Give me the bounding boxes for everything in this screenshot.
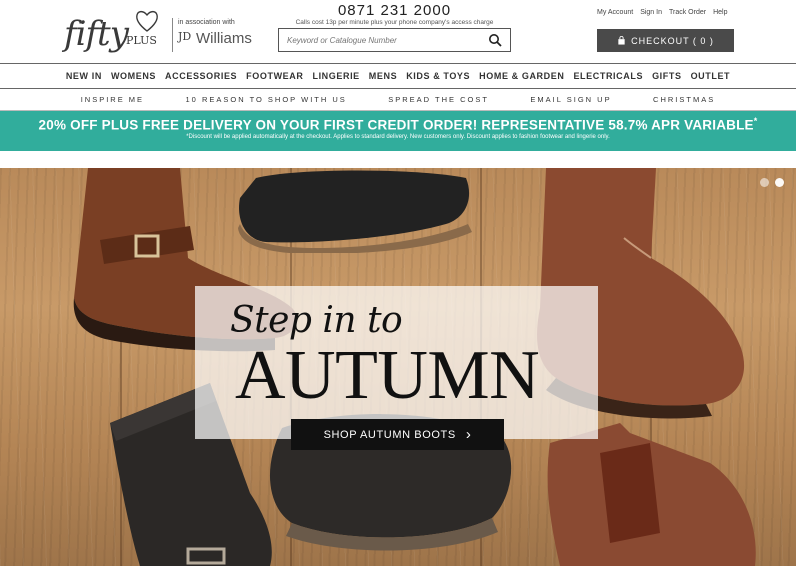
cta-label: SHOP AUTUMN BOOTS xyxy=(323,428,456,441)
brown-chelsea-boot-image xyxy=(547,423,756,566)
search-input[interactable] xyxy=(279,29,479,51)
nav-kids-toys[interactable]: KIDS & TOYS xyxy=(406,71,470,81)
account-links: My Account Sign In Track Order Help xyxy=(597,9,727,16)
checkout-label: CHECKOUT ( 0 ) xyxy=(631,35,714,46)
my-account-link[interactable]: My Account xyxy=(597,9,633,16)
black-ankle-boot-image xyxy=(238,170,472,253)
logo-williams-text: Williams xyxy=(196,30,252,47)
carousel-dot-1[interactable] xyxy=(760,178,769,187)
heart-icon xyxy=(136,10,158,32)
search-icon[interactable] xyxy=(488,33,502,47)
nav-accessories[interactable]: ACCESSORIES xyxy=(165,71,237,81)
carousel-dot-2[interactable] xyxy=(775,178,784,187)
promo-headline-text: 20% OFF PLUS FREE DELIVERY ON YOUR FIRST… xyxy=(38,117,754,133)
hero-script-text: Step in to xyxy=(230,300,403,341)
logo-association-text: in association with xyxy=(178,19,235,26)
promo-asterisk: * xyxy=(753,116,758,126)
promo-headline: 20% OFF PLUS FREE DELIVERY ON YOUR FIRST… xyxy=(0,116,796,133)
subnav-spread-the-cost[interactable]: SPREAD THE COST xyxy=(388,95,489,104)
hero-banner[interactable]: Step in to AUTUMN SHOP AUTUMN BOOTS › xyxy=(0,168,796,566)
promo-banner[interactable]: 20% OFF PLUS FREE DELIVERY ON YOUR FIRST… xyxy=(0,111,796,151)
phone-note: Calls cost 13p per minute plus your phon… xyxy=(295,19,494,26)
track-order-link[interactable]: Track Order xyxy=(669,9,706,16)
site-header: fifty PLUS in association with JD Willia… xyxy=(0,0,796,63)
search-box xyxy=(278,28,511,52)
nav-womens[interactable]: WOMENS xyxy=(111,71,156,81)
checkout-button[interactable]: CHECKOUT ( 0 ) xyxy=(597,29,734,52)
carousel-dots xyxy=(760,178,784,187)
shopping-bag-icon xyxy=(618,36,625,45)
secondary-navigation: INSPIRE ME 10 REASON TO SHOP WITH US SPR… xyxy=(0,89,796,111)
subnav-inspire-me[interactable]: INSPIRE ME xyxy=(81,95,144,104)
nav-home-garden[interactable]: HOME & GARDEN xyxy=(479,71,564,81)
nav-gifts[interactable]: GIFTS xyxy=(652,71,682,81)
site-logo[interactable]: fifty PLUS in association with JD Willia… xyxy=(64,6,252,58)
logo-fifty-text: fifty xyxy=(64,14,129,54)
logo-divider xyxy=(172,18,173,52)
shop-autumn-boots-button[interactable]: SHOP AUTUMN BOOTS › xyxy=(291,419,504,450)
subnav-christmas[interactable]: CHRISTMAS xyxy=(653,95,715,104)
chevron-right-icon: › xyxy=(465,426,472,443)
phone-number[interactable]: 0871 231 2000 xyxy=(278,2,511,19)
hero-headline: AUTUMN xyxy=(235,337,540,414)
help-link[interactable]: Help xyxy=(713,9,727,16)
sign-in-link[interactable]: Sign In xyxy=(640,9,662,16)
nav-electricals[interactable]: ELECTRICALS xyxy=(573,71,643,81)
nav-new-in[interactable]: NEW IN xyxy=(66,71,102,81)
subnav-10-reasons[interactable]: 10 REASON TO SHOP WITH US xyxy=(186,95,347,104)
main-navigation: NEW IN WOMENS ACCESSORIES FOOTWEAR LINGE… xyxy=(0,63,796,89)
nav-mens[interactable]: MENS xyxy=(369,71,397,81)
logo-plus-text: PLUS xyxy=(126,34,157,47)
nav-outlet[interactable]: OUTLET xyxy=(691,71,731,81)
logo-jd-text: JD xyxy=(178,30,192,43)
subnav-email-sign-up[interactable]: EMAIL SIGN UP xyxy=(530,95,611,104)
promo-disclaimer: *Discount will be applied automatically … xyxy=(186,133,610,140)
nav-lingerie[interactable]: LINGERIE xyxy=(312,71,359,81)
nav-footwear[interactable]: FOOTWEAR xyxy=(246,71,303,81)
hero-text-panel: Step in to AUTUMN xyxy=(195,286,598,439)
